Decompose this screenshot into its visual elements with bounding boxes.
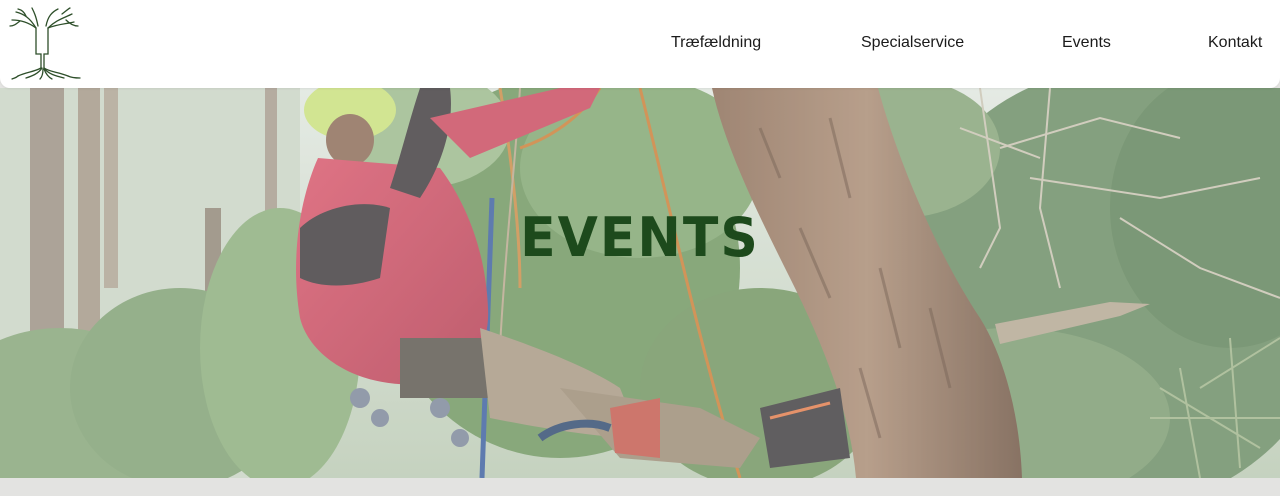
tree-logo-icon[interactable] — [6, 6, 84, 80]
nav-kontakt[interactable]: Kontakt — [1208, 33, 1262, 53]
nav-specialservice[interactable]: Specialservice — [861, 33, 964, 53]
hero-title-wrap: EVENTS — [0, 88, 1280, 388]
nav-events[interactable]: Events — [1062, 33, 1111, 53]
content-strip — [0, 478, 1280, 496]
site-header: Træfældning Specialservice Events Kontak… — [0, 0, 1280, 88]
nav-traefaeldning[interactable]: Træfældning — [671, 33, 761, 53]
hero-banner: EVENTS — [0, 88, 1280, 478]
hero-title: EVENTS — [520, 206, 760, 270]
